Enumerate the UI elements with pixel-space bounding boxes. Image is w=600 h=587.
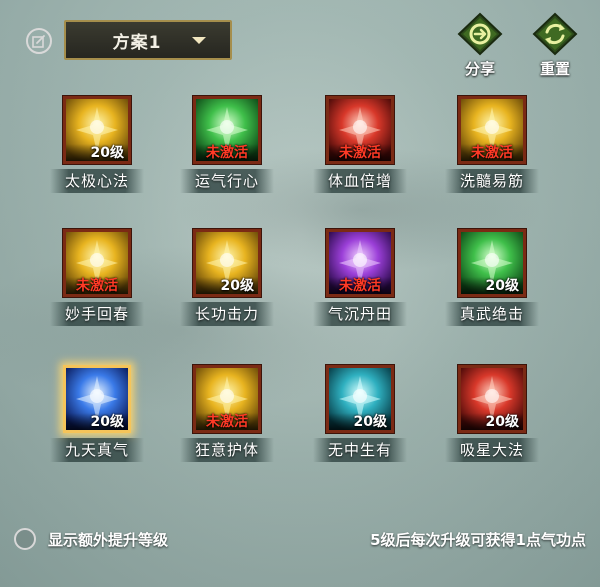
skill-icon-frame[interactable]: 20级 bbox=[326, 365, 394, 433]
share-icon bbox=[457, 12, 503, 56]
skill-status-badge: 20级 bbox=[196, 277, 258, 294]
skill-status-badge: 20级 bbox=[461, 413, 523, 430]
skill-slot[interactable]: 20级吸星大法 bbox=[445, 365, 539, 473]
plan-label: 方案1 bbox=[112, 32, 162, 53]
skill-name: 九天真气 bbox=[50, 438, 144, 462]
skill-icon-frame[interactable]: 20级 bbox=[193, 229, 261, 297]
skill-status-badge: 未激活 bbox=[329, 144, 391, 161]
skill-icon-frame[interactable]: 未激活 bbox=[326, 96, 394, 164]
skill-name: 气沉丹田 bbox=[313, 302, 407, 326]
skill-slot[interactable]: 20级真武绝击 bbox=[445, 229, 539, 337]
skill-status-badge: 未激活 bbox=[461, 144, 523, 161]
skill-status-badge: 20级 bbox=[66, 413, 128, 430]
skill-icon-frame[interactable]: 未激活 bbox=[458, 96, 526, 164]
skill-icon-frame[interactable]: 20级 bbox=[63, 365, 131, 433]
skill-name: 运气行心 bbox=[180, 169, 274, 193]
plan-dropdown[interactable]: 方案1 bbox=[64, 20, 232, 60]
upgrade-hint: 5级后每次升级可获得1点气功点 bbox=[370, 531, 586, 549]
skill-name: 长功击力 bbox=[180, 302, 274, 326]
skill-status-badge: 20级 bbox=[461, 277, 523, 294]
skill-slot[interactable]: 20级长功击力 bbox=[180, 229, 274, 337]
skill-slot[interactable]: 未激活 狂意护体 bbox=[180, 365, 274, 473]
skill-slot[interactable]: 未激活 体血倍增 bbox=[313, 96, 407, 204]
skill-icon-frame[interactable]: 未激活 bbox=[63, 229, 131, 297]
skill-icon-frame[interactable]: 20级 bbox=[63, 96, 131, 164]
skill-name: 体血倍增 bbox=[313, 169, 407, 193]
skill-name: 真武绝击 bbox=[445, 302, 539, 326]
skill-name: 狂意护体 bbox=[180, 438, 274, 462]
skill-name: 吸星大法 bbox=[445, 438, 539, 462]
skill-slot[interactable]: 20级无中生有 bbox=[313, 365, 407, 473]
skill-icon-frame[interactable]: 未激活 bbox=[326, 229, 394, 297]
edit-icon bbox=[32, 35, 45, 48]
skill-status-badge: 未激活 bbox=[329, 277, 391, 294]
skill-name: 妙手回春 bbox=[50, 302, 144, 326]
skill-slot[interactable]: 未激活 运气行心 bbox=[180, 96, 274, 204]
skill-status-badge: 未激活 bbox=[196, 144, 258, 161]
skill-slot[interactable]: 未激活 洗髓易筋 bbox=[445, 96, 539, 204]
skill-slot[interactable]: 20级太极心法 bbox=[50, 96, 144, 204]
reset-label: 重置 bbox=[539, 60, 570, 78]
skill-name: 太极心法 bbox=[50, 169, 144, 193]
chevron-down-icon bbox=[192, 37, 206, 44]
toggle-label: 显示额外提升等级 bbox=[48, 530, 169, 549]
skill-icon-frame[interactable]: 20级 bbox=[458, 365, 526, 433]
skill-slot[interactable]: 20级九天真气 bbox=[50, 365, 144, 473]
extra-level-toggle[interactable]: 显示额外提升等级 bbox=[14, 528, 168, 550]
reset-icon bbox=[532, 12, 578, 56]
skill-status-badge: 20级 bbox=[66, 144, 128, 161]
edit-plan-button[interactable] bbox=[26, 28, 52, 54]
skill-status-badge: 未激活 bbox=[66, 277, 128, 294]
reset-button[interactable]: 重置 bbox=[525, 12, 585, 78]
skill-status-badge: 20级 bbox=[329, 413, 391, 430]
skill-name: 无中生有 bbox=[313, 438, 407, 462]
skill-slot[interactable]: 未激活 气沉丹田 bbox=[313, 229, 407, 337]
share-label: 分享 bbox=[464, 60, 495, 78]
skill-icon-frame[interactable]: 未激活 bbox=[193, 96, 261, 164]
skill-icon-frame[interactable]: 未激活 bbox=[193, 365, 261, 433]
toggle-circle-icon[interactable] bbox=[14, 528, 36, 550]
skill-slot[interactable]: 未激活 妙手回春 bbox=[50, 229, 144, 337]
share-button[interactable]: 分享 bbox=[450, 12, 510, 78]
skill-status-badge: 未激活 bbox=[196, 413, 258, 430]
skill-name: 洗髓易筋 bbox=[445, 169, 539, 193]
skill-icon-frame[interactable]: 20级 bbox=[458, 229, 526, 297]
